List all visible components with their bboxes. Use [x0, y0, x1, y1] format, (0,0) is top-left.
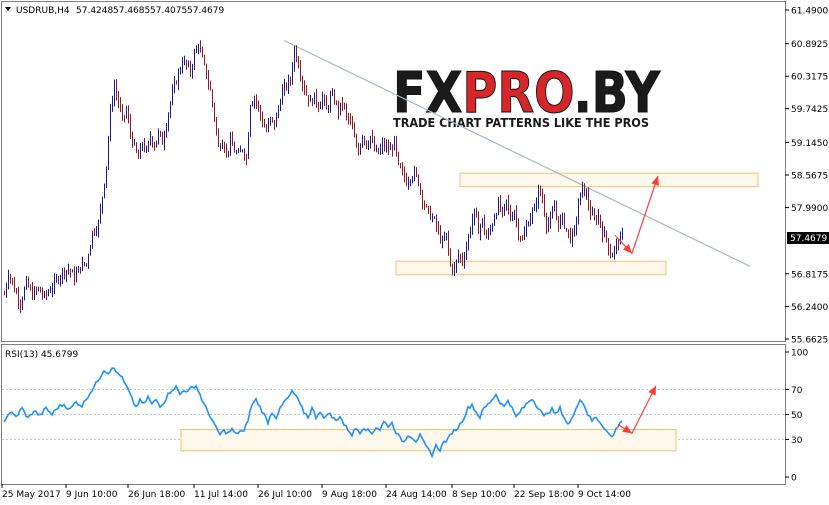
time-tick-label: 9 Jun 10:00: [66, 490, 118, 500]
watermark-tagline: TRADE CHART PATTERNS LIKE THE PROS: [393, 115, 649, 130]
rsi-tick-label: 30: [791, 436, 803, 446]
rsi-tick-label: 50: [791, 411, 803, 421]
rsi-tick-label: 70: [791, 386, 803, 396]
price-tick-label: 61.4900: [791, 7, 828, 17]
time-tick-label: 26 Jun 18:00: [128, 490, 185, 500]
time-tick-label: 24 Aug 14:00: [386, 490, 447, 500]
support-zone: [395, 260, 667, 276]
price-tick-label: 56.2400: [791, 303, 828, 313]
current-price-marker: 57.4679: [787, 232, 829, 244]
time-tick-label: 9 Aug 18:00: [322, 490, 377, 500]
time-tick-label: 26 Jul 10:00: [258, 490, 312, 500]
price-header: USDRUB,H4 57.4248 57.4685 57.4075 57.467…: [5, 6, 224, 16]
ohlc-high: 57.4685: [113, 6, 150, 16]
resistance-zone: [459, 172, 759, 188]
symbol-label: USDRUB,H4: [16, 6, 70, 16]
time-tick-label: 9 Oct 14:00: [578, 490, 631, 500]
price-tick-label: 59.7425: [791, 105, 828, 115]
price-tick-label: 57.9900: [791, 204, 828, 214]
price-tick-label: 58.5675: [791, 171, 828, 181]
ohlc-open: 57.4248: [76, 6, 113, 16]
ohlc-close: 57.4679: [187, 6, 224, 16]
time-tick-label: 11 Jul 14:00: [194, 490, 248, 500]
chart-canvas: FXPRO.BY TRADE CHART PATTERNS LIKE THE P…: [1, 1, 829, 500]
price-tick-label: 59.1450: [791, 139, 828, 149]
rsi-tick-label: 0: [791, 474, 797, 484]
price-tick-label: 55.6625: [791, 336, 828, 346]
price-tick-label: 60.3175: [791, 73, 828, 83]
ohlc-low: 57.4075: [150, 6, 187, 16]
time-tick-label: 25 May 2017: [2, 490, 61, 500]
watermark: FXPRO.BY TRADE CHART PATTERNS LIKE THE P…: [393, 61, 662, 131]
price-panel: [1, 1, 786, 342]
price-tick-label: 56.8175: [791, 270, 828, 280]
current-price-label: 57.4679: [790, 234, 827, 244]
time-tick-label: 8 Sep 10:00: [452, 490, 507, 500]
time-tick-label: 22 Sep 18:00: [514, 490, 574, 500]
price-tick-label: 60.8925: [791, 40, 828, 50]
rsi-tick-label: 100: [791, 349, 808, 359]
rsi-label: RSI(13) 45.6799: [5, 350, 78, 360]
